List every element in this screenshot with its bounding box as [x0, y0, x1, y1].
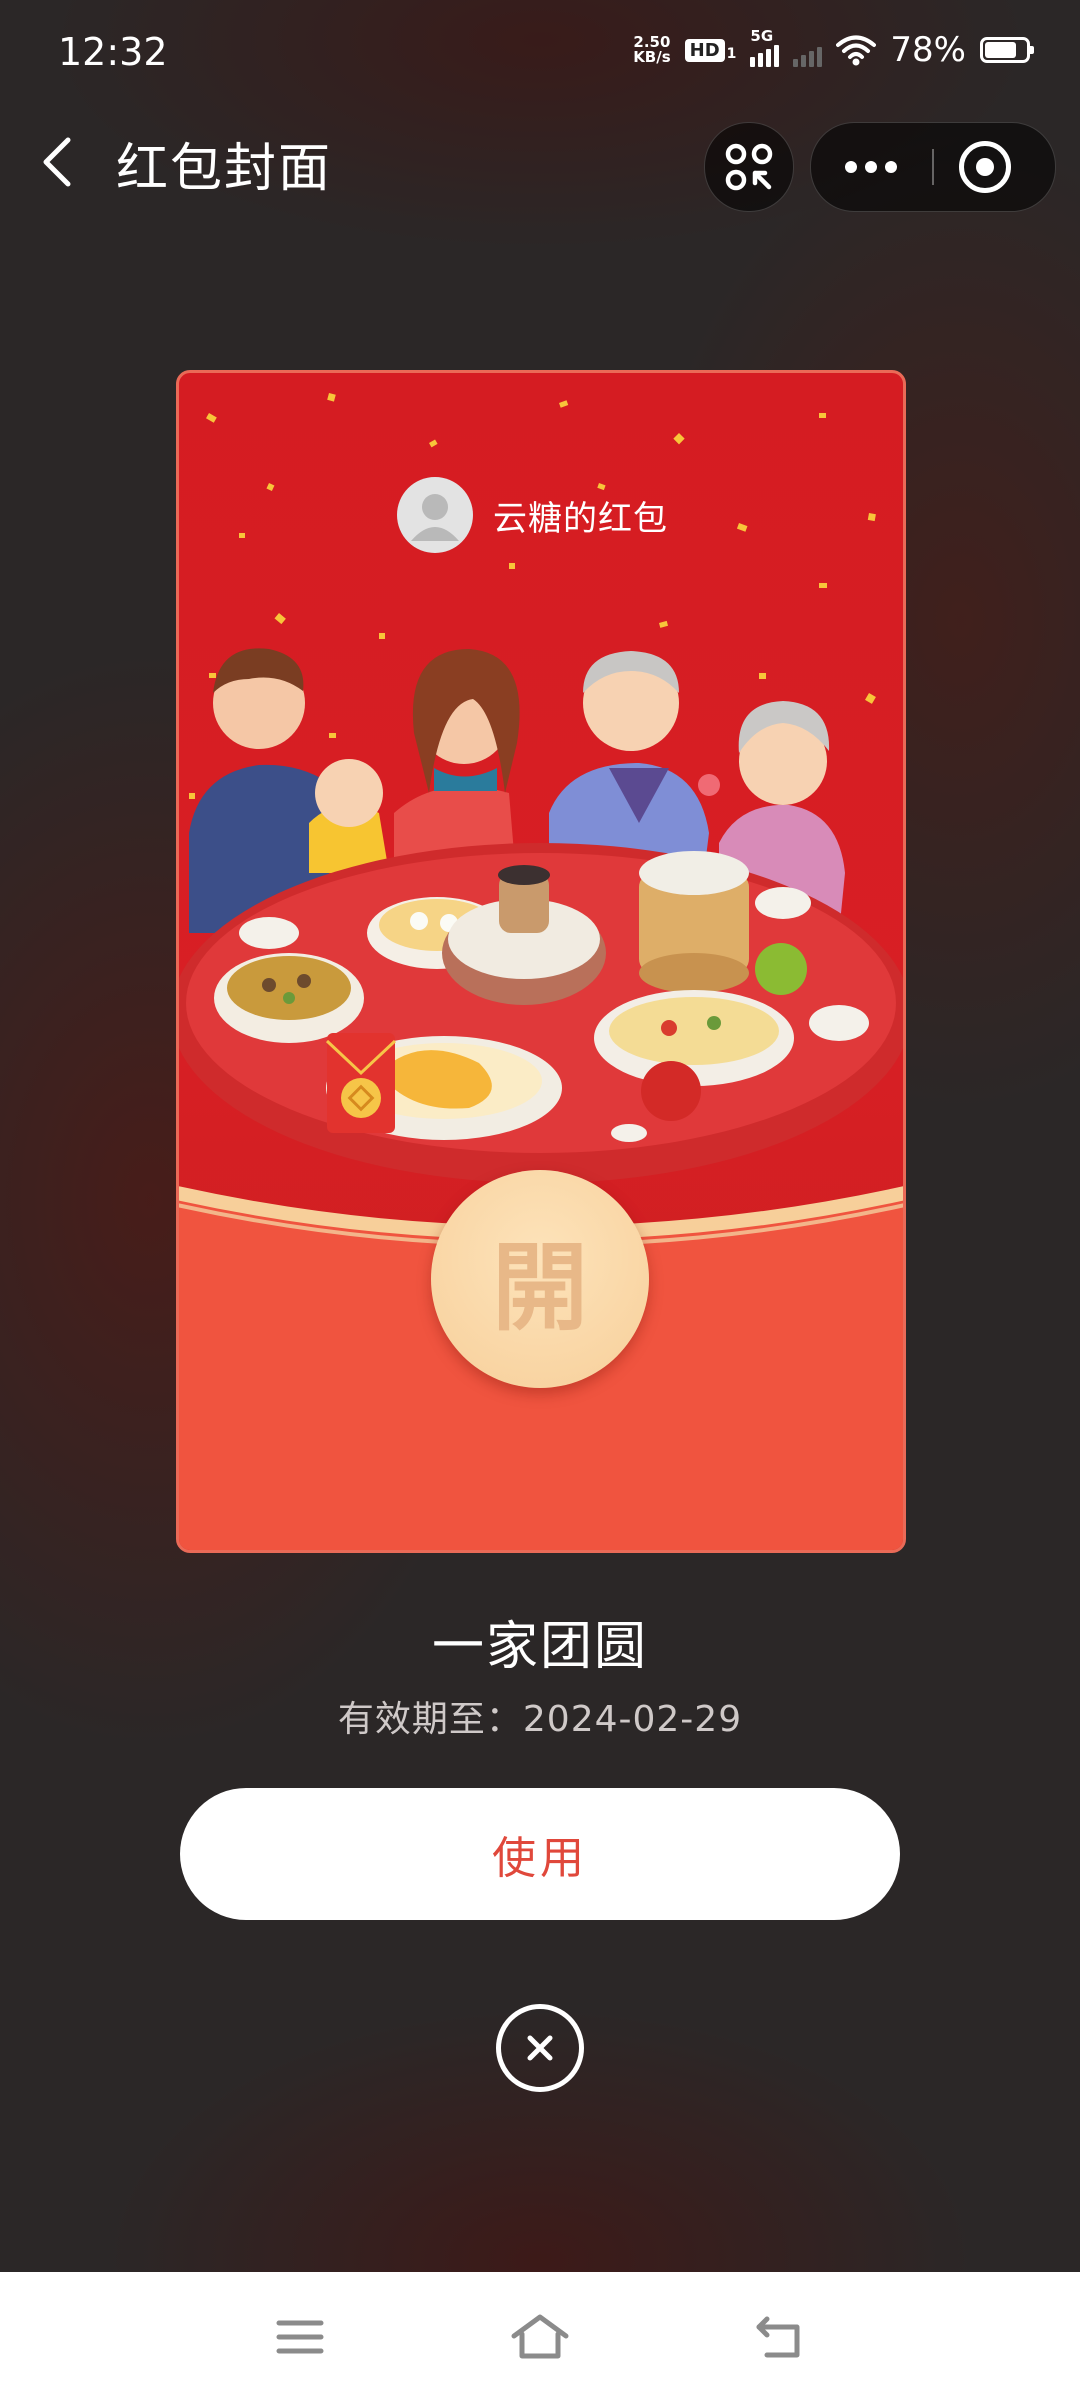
- chevron-left-icon: [43, 137, 71, 187]
- more-options-button[interactable]: [811, 123, 931, 211]
- sender-info: 云糖的红包: [397, 477, 668, 553]
- scan-button[interactable]: [704, 122, 794, 212]
- close-button[interactable]: [496, 2004, 584, 2092]
- status-bar: 12:32 2.50 KB/s HD 1 5G 78%: [0, 0, 1080, 96]
- back-button[interactable]: [30, 132, 90, 192]
- cover-name: 一家团圆: [431, 1617, 648, 1677]
- validity-label: 有效期至：: [337, 1699, 523, 1740]
- open-button[interactable]: 開: [431, 1170, 649, 1388]
- default-avatar-icon: [397, 477, 473, 553]
- system-back-button[interactable]: [745, 2302, 815, 2372]
- home-icon: [511, 2314, 569, 2359]
- system-navigation-bar: [0, 2272, 1080, 2400]
- hd-sub-label: 1: [726, 45, 737, 62]
- red-envelope-cover: 云糖的红包 開: [176, 370, 906, 1553]
- target-circle-icon: [976, 158, 994, 176]
- battery-percent: 78%: [890, 30, 966, 70]
- battery-level-fill: [985, 42, 1016, 58]
- sender-name: 云糖的红包: [493, 498, 668, 539]
- close-icon: [527, 2035, 553, 2061]
- navigation-bar: 红包封面: [0, 96, 1080, 246]
- home-button[interactable]: [505, 2302, 575, 2372]
- menu-icon: [276, 2320, 324, 2354]
- back-icon: [756, 2316, 800, 2358]
- network-type-label: 5G: [750, 27, 774, 45]
- signal-sim2-icon: [793, 33, 823, 67]
- status-icons: 2.50 KB/s HD 1 5G 78%: [633, 27, 1034, 70]
- network-speed: 2.50 KB/s: [633, 35, 670, 65]
- validity-text: 有效期至：2024-02-29: [0, 1690, 1080, 1742]
- validity-date: 2024-02-29: [522, 1699, 743, 1740]
- mini-program-capsule: [810, 122, 1056, 212]
- exit-mini-program-button[interactable]: [959, 141, 1011, 193]
- hd-indicator: HD 1: [684, 38, 737, 62]
- use-button[interactable]: 使用: [180, 1788, 900, 1920]
- page-title: 红包封面: [116, 139, 333, 199]
- recent-apps-button[interactable]: [265, 2302, 335, 2372]
- network-speed-unit: KB/s: [633, 48, 671, 66]
- signal-5g-icon: 5G: [750, 27, 780, 67]
- wifi-icon: [836, 35, 877, 66]
- clock: 12:32: [58, 30, 168, 74]
- hd-badge: HD: [684, 38, 725, 62]
- capsule-divider: [932, 149, 934, 185]
- scan-icon: [725, 143, 773, 191]
- battery-icon: [980, 37, 1034, 63]
